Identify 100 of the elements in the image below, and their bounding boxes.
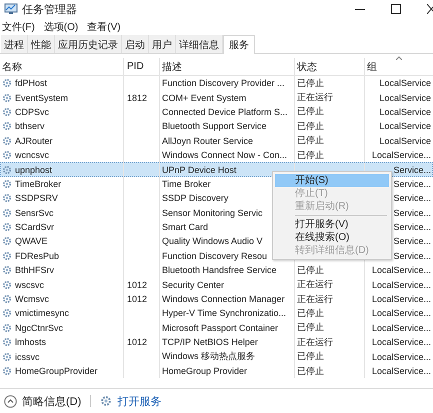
context-menu-item[interactable]: 在线搜索(O) xyxy=(275,231,389,244)
tab[interactable]: 进程 xyxy=(1,35,28,53)
close-icon[interactable] xyxy=(427,4,433,14)
sort-caret-icon xyxy=(396,56,402,60)
column-header[interactable]: 描述 xyxy=(160,58,295,75)
tab[interactable]: 用户 xyxy=(149,35,176,53)
tab[interactable]: 应用历史记录 xyxy=(55,35,122,53)
table-cell: EventSystem xyxy=(15,92,68,103)
table-row[interactable]: EventSystem 1812 COM+ Event System 正在运行 LocalService xyxy=(0,90,433,105)
table-cell: 1012 xyxy=(127,280,148,290)
table-cell: LocalService xyxy=(379,121,431,132)
table-cell: 1012 xyxy=(127,294,148,304)
table-row[interactable]: wscsvc 1012 Security Center 正在运行 LocalService... xyxy=(0,277,433,292)
table-cell: Hyper-V Time Synchronizatio... xyxy=(162,308,286,318)
table-cell: Service... xyxy=(393,164,431,175)
menu-item[interactable]: 文件(F) xyxy=(2,20,35,34)
table-row[interactable]: bthserv Bluetooth Support Service 已停止 LocalService xyxy=(0,119,433,134)
table-cell: 已停止 xyxy=(297,76,324,90)
table-row[interactable]: vmictimesync Hyper-V Time Synchronizatio... 已停止 LocalService... xyxy=(0,306,433,321)
table-cell: 正在运行 xyxy=(297,278,333,292)
table-cell: wscsvc xyxy=(15,280,44,290)
table-cell: HomeGroupProvider xyxy=(15,366,98,376)
column-header[interactable]: PID xyxy=(124,58,160,75)
table-cell: LocalService... xyxy=(372,280,431,290)
maximize-icon[interactable] xyxy=(391,4,401,14)
table-cell: Bluetooth Support Service xyxy=(162,121,267,132)
table-cell: TCP/IP NetBIOS Helper xyxy=(162,337,258,348)
table-cell: icssvc xyxy=(15,352,40,362)
gear-icon xyxy=(2,178,12,189)
table-cell: Smart Card xyxy=(162,222,208,232)
table-cell: FDResPub xyxy=(15,250,60,261)
table-cell: 已停止 xyxy=(297,148,324,162)
column-header[interactable]: 状态 xyxy=(295,58,365,75)
table-row[interactable]: AJRouter AllJoyn Router Service 已停止 LocalService xyxy=(0,134,433,148)
table-cell: lmhosts xyxy=(15,337,46,348)
table-cell: TimeBroker xyxy=(15,178,62,189)
table-cell: 正在运行 xyxy=(297,336,333,349)
gear-icon xyxy=(2,78,12,88)
tab[interactable]: 服务 xyxy=(223,35,255,54)
table-cell: Function Discovery Provider ... xyxy=(162,78,285,88)
menu-item[interactable]: 查看(V) xyxy=(87,20,121,34)
gear-icon xyxy=(100,395,112,407)
table-cell: 1012 xyxy=(127,337,148,348)
gear-icon xyxy=(2,352,12,362)
gear-icon xyxy=(2,193,12,204)
open-services-link[interactable]: 打开服务 xyxy=(117,394,162,408)
tab[interactable]: 启动 xyxy=(122,35,149,53)
table-cell: fdPHost xyxy=(15,78,48,88)
table-cell: Service... xyxy=(393,222,431,232)
table-cell: Bluetooth Handsfree Service xyxy=(162,265,277,276)
table-row[interactable]: Wcmsvc 1012 Windows Connection Manager 正在运行 LocalService... xyxy=(0,292,433,306)
tab[interactable]: 详细信息 xyxy=(176,35,223,53)
table-row[interactable]: NgcCtnrSvc Microsoft Passport Container 已停止 LocalService... xyxy=(0,320,433,336)
table-cell: AllJoyn Router Service xyxy=(162,136,254,146)
table-cell: 已停止 xyxy=(297,306,324,320)
table-cell: AJRouter xyxy=(15,136,53,146)
gear-icon xyxy=(2,121,12,132)
table-cell: Time Broker xyxy=(162,178,211,189)
table-cell: 已停止 xyxy=(297,364,324,378)
table-cell: LocalService... xyxy=(372,265,431,276)
gear-icon xyxy=(2,106,12,117)
context-menu-item[interactable]: 开始(S) xyxy=(275,174,389,187)
minimize-icon[interactable] xyxy=(355,8,365,10)
table-row[interactable]: fdPHost Function Discovery Provider ... 已停止 LocalService xyxy=(0,76,433,90)
table-cell: CDPSvc xyxy=(15,106,50,117)
table-cell: Security Center xyxy=(162,280,224,290)
table-cell: Quality Windows Audio V xyxy=(162,236,263,246)
column-header[interactable]: 名称 xyxy=(0,58,124,75)
table-cell: Service... xyxy=(393,236,431,246)
fewer-details-link[interactable]: 简略信息(D) xyxy=(22,394,82,408)
table-cell: Connected Device Platform S... xyxy=(162,106,288,117)
table-row[interactable]: BthHFSrv Bluetooth Handsfree Service 已停止 LocalService... xyxy=(0,263,433,278)
table-row[interactable]: icssvc Windows 移动热点服务 已停止 LocalService... xyxy=(0,349,433,364)
column-header[interactable]: 组 xyxy=(365,58,433,75)
gear-icon xyxy=(2,294,12,304)
table-cell: SCardSvr xyxy=(15,222,54,232)
gear-icon xyxy=(2,208,12,218)
gear-icon xyxy=(2,222,12,232)
table-cell: SSDPSRV xyxy=(15,193,58,204)
table-cell: LocalService... xyxy=(372,352,431,362)
table-cell: Sensor Monitoring Servic xyxy=(162,208,263,218)
table-cell: Service... xyxy=(393,193,431,204)
gear-icon xyxy=(2,150,12,160)
table-cell: vmictimesync xyxy=(15,308,70,318)
table-cell: QWAVE xyxy=(15,236,48,246)
table-row[interactable]: HomeGroupProvider HomeGroup Provider 已停止 LocalService... xyxy=(0,364,433,378)
menu-item[interactable]: 选项(O) xyxy=(44,20,78,34)
table-cell: Microsoft Passport Container xyxy=(162,322,278,333)
table-cell: LocalService xyxy=(379,78,431,88)
table-cell: bthserv xyxy=(15,121,45,132)
table-row[interactable]: lmhosts 1012 TCP/IP NetBIOS Helper 正在运行 LocalService... xyxy=(0,335,433,350)
table-cell: LocalService xyxy=(379,136,431,146)
tab[interactable]: 性能 xyxy=(28,35,55,53)
table-row[interactable]: CDPSvc Connected Device Platform S... 已停止 LocalService xyxy=(0,104,433,120)
context-menu-item[interactable]: 打开服务(V) xyxy=(275,218,389,231)
gear-icon xyxy=(2,265,12,276)
collapse-icon[interactable] xyxy=(4,394,17,408)
table-cell: BthHFSrv xyxy=(15,265,54,276)
table-cell: Windows Connect Now - Con... xyxy=(162,150,288,160)
table-cell: SSDP Discovery xyxy=(162,193,228,204)
